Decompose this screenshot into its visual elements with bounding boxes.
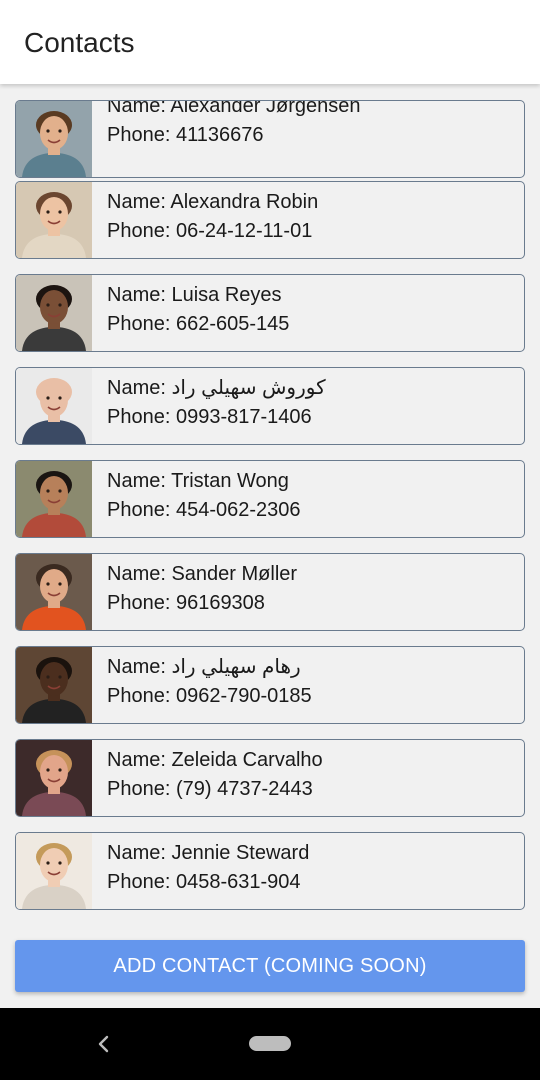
avatar (16, 101, 92, 177)
contact-phone: Phone: 0962-790-0185 (107, 685, 312, 707)
avatar (16, 461, 92, 537)
contact-name: Name: Sander Møller (107, 563, 298, 585)
contact-phone: Phone: 96169308 (107, 592, 265, 614)
contact-phone: Phone: (79) 4737-2443 (107, 778, 313, 800)
person-photo-icon (16, 182, 92, 258)
person-photo-icon (16, 275, 92, 351)
contact-name: Name: Alexander Jørgensen (107, 100, 361, 117)
contact-name: Name: كوروش سهيلي راد (107, 377, 326, 399)
contact-phone: Phone: 662-605-145 (107, 313, 290, 335)
contact-card[interactable]: Name: Zeleida Carvalho Phone: (79) 4737-… (15, 739, 525, 817)
contact-phone: Phone: 454-062-2306 (107, 499, 301, 521)
contact-card[interactable]: Name: Tristan Wong Phone: 454-062-2306 (15, 460, 525, 538)
contact-card[interactable]: Name: رهام سهيلي راد Phone: 0962-790-018… (15, 646, 525, 724)
contact-card[interactable]: Name: Luisa Reyes Phone: 662-605-145 (15, 274, 525, 352)
home-pill-icon[interactable] (249, 1036, 291, 1051)
contact-card[interactable]: Name: Sander Møller Phone: 96169308 (15, 553, 525, 631)
avatar (16, 647, 92, 723)
person-photo-icon (16, 833, 92, 909)
person-photo-icon (16, 554, 92, 630)
contact-name: Name: Jennie Steward (107, 842, 310, 864)
contact-name: Name: Zeleida Carvalho (107, 749, 323, 771)
avatar (16, 368, 92, 444)
person-photo-icon (16, 101, 92, 177)
contact-name: Name: رهام سهيلي راد (107, 656, 301, 678)
person-photo-icon (16, 461, 92, 537)
contact-name: Name: Alexandra Robin (107, 191, 319, 213)
contact-name: Name: Luisa Reyes (107, 284, 282, 306)
page-title: Contacts (24, 27, 135, 58)
person-photo-icon (16, 647, 92, 723)
contact-phone: Phone: 0993-817-1406 (107, 406, 312, 428)
contact-phone: Phone: 41136676 (107, 124, 264, 146)
avatar (16, 275, 92, 351)
contact-card[interactable]: Name: كوروش سهيلي راد Phone: 0993-817-14… (15, 367, 525, 445)
avatar (16, 554, 92, 630)
avatar (16, 740, 92, 816)
person-photo-icon (16, 740, 92, 816)
contact-name: Name: Tristan Wong (107, 470, 289, 492)
chevron-left-icon[interactable] (94, 1032, 114, 1056)
contact-list[interactable]: Name: Alexander Jørgensen Phone: 4113667… (0, 84, 540, 924)
add-contact-button[interactable]: ADD CONTACT (COMING SOON) (15, 940, 525, 992)
app-bar: Contacts (0, 0, 540, 84)
avatar (16, 182, 92, 258)
contact-phone: Phone: 0458-631-904 (107, 871, 301, 893)
contact-card[interactable]: Name: Jennie Steward Phone: 0458-631-904 (15, 832, 525, 910)
avatar (16, 833, 92, 909)
contact-card[interactable]: Name: Alexander Jørgensen Phone: 4113667… (15, 100, 525, 178)
contact-card[interactable]: Name: Alexandra Robin Phone: 06-24-12-11… (15, 181, 525, 259)
person-photo-icon (16, 368, 92, 444)
contact-phone: Phone: 06-24-12-11-01 (107, 220, 313, 242)
